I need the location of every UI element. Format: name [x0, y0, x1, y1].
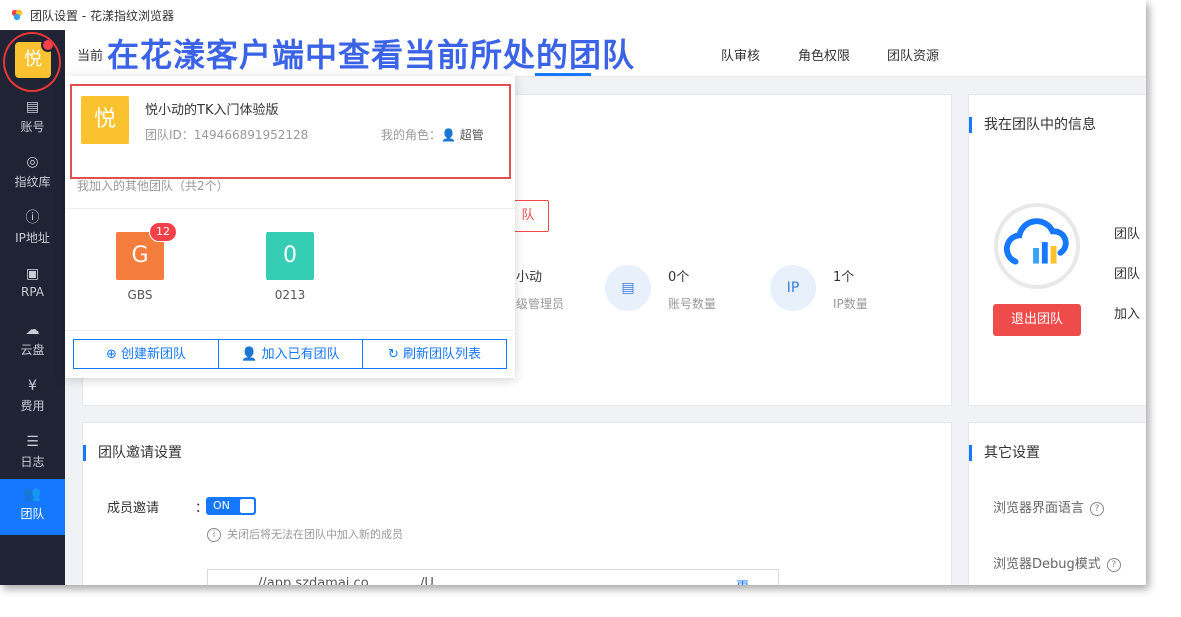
app-window: 团队设置 - 花漾指纹浏览器 悦 ▤ 账号 ◎ 指纹库 ⓘ IP地址 ▣ RPA…: [0, 0, 1146, 585]
sidebar-item-label: 日志: [20, 455, 45, 469]
sidebar-item-label: 团队: [20, 507, 45, 521]
log-icon: ☰: [26, 434, 39, 450]
tab-current-partial[interactable]: 当前: [77, 45, 103, 64]
annotation-circle: [3, 32, 61, 92]
create-team-button[interactable]: ⊕ 创建新团队: [73, 339, 219, 369]
invite-hint-text: 关闭后将无法在团队中加入新的成员: [227, 528, 403, 541]
team-icon: 👥: [23, 486, 42, 502]
sidebar-item-label: IP地址: [15, 231, 50, 245]
other-teams-label: 我加入的其他团队（共2个）: [77, 179, 229, 193]
member-invite-label: 成员邀请: [107, 501, 160, 516]
sidebar-item-label: 账号: [20, 120, 45, 134]
other-team-0213[interactable]: 0 0213: [255, 232, 325, 312]
member-invite-toggle[interactable]: ON: [206, 497, 256, 515]
other-team-gbs[interactable]: G 12 GBS: [105, 222, 177, 312]
info-row-1: 团队: [1114, 227, 1141, 242]
team-0213-name: 0213: [274, 288, 306, 302]
account-card-icon: ▤: [25, 99, 40, 115]
help-icon[interactable]: ?: [1106, 557, 1121, 572]
ip-count: 1个: [833, 270, 855, 285]
fingerprint-icon: ◎: [26, 154, 39, 170]
annotation-highlight-box: [70, 84, 511, 179]
sidebar-item-label: 费用: [20, 399, 45, 413]
ip-icon: IP: [770, 265, 816, 311]
cloud-disk-icon: ☁: [25, 322, 40, 338]
yen-icon: ¥: [28, 378, 37, 394]
user-add-icon: 👤: [241, 347, 262, 362]
browser-language-label: 浏览器界面语言?: [993, 497, 1105, 516]
my-info-card: 我在团队中的信息 团队 团队 加入: [968, 94, 1146, 406]
plus-circle-icon: ⊕: [105, 347, 121, 362]
join-team-label: 加入已有团队: [261, 347, 340, 362]
ip-count-label: IP数量: [833, 297, 868, 311]
team-cloud-avatar: [994, 203, 1080, 289]
divider: [65, 330, 515, 331]
invite-link-text: //app.szdamai.co: [258, 576, 369, 585]
app-logo-icon: [11, 9, 23, 21]
title-bar: 团队设置 - 花漾指纹浏览器: [0, 0, 1146, 30]
sidebar: 悦 ▤ 账号 ◎ 指纹库 ⓘ IP地址 ▣ RPA ☁ 云盘 ¥ 费用 ☰ 日志…: [0, 30, 65, 585]
account-count-label: 账号数量: [668, 297, 717, 311]
join-team-button[interactable]: 👤 加入已有团队: [218, 339, 363, 369]
team-0213-avatar: 0: [266, 232, 314, 280]
sidebar-item-fingerprint[interactable]: ◎ 指纹库: [0, 147, 65, 199]
help-icon[interactable]: ?: [1090, 501, 1105, 516]
info-row-3: 加入: [1114, 307, 1141, 322]
sidebar-item-account[interactable]: ▤ 账号: [0, 92, 65, 144]
sidebar-item-cloud-disk[interactable]: ☁ 云盘: [0, 315, 65, 367]
team-gbs-name: GBS: [127, 288, 153, 302]
invite-link-field[interactable]: //app.szdamai.co /U 更: [207, 569, 779, 585]
tab-team-resources[interactable]: 团队资源: [887, 45, 939, 64]
sidebar-item-team[interactable]: 👥 团队: [0, 479, 65, 535]
invite-hint: i 关闭后将无法在团队中加入新的成员: [207, 526, 403, 542]
sidebar-item-log[interactable]: ☰ 日志: [0, 427, 65, 479]
ip-icon: ⓘ: [25, 210, 40, 226]
robot-icon: ▣: [25, 266, 40, 282]
team-gbs-avatar-char: G: [131, 243, 149, 268]
refresh-icon: ↻: [387, 347, 403, 362]
team-0213-avatar-char: 0: [283, 243, 297, 268]
account-count: 0个: [668, 270, 690, 285]
owner-name: 小动: [516, 270, 543, 285]
sidebar-item-label: 云盘: [20, 343, 45, 357]
browser-debug-text: 浏览器Debug模式: [993, 557, 1101, 572]
divider: [65, 208, 515, 209]
tab-role-permissions[interactable]: 角色权限: [798, 45, 850, 64]
other-settings-card: 其它设置 浏览器界面语言? 浏览器Debug模式?: [968, 422, 1146, 585]
other-settings-title: 其它设置: [969, 445, 1040, 461]
refresh-team-list-label: 刷新团队列表: [403, 347, 482, 362]
invite-link-text-2: /U: [420, 576, 434, 585]
browser-debug-label: 浏览器Debug模式?: [993, 553, 1121, 572]
invite-settings-title: 团队邀请设置: [83, 445, 182, 461]
annotation-caption: 在花漾客户端中查看当前所处的团队: [107, 36, 636, 74]
toggle-text: ON: [213, 499, 230, 512]
id-card-icon: ▤: [605, 265, 651, 311]
sidebar-item-fees[interactable]: ¥ 费用: [0, 371, 65, 423]
sidebar-item-label: 指纹库: [14, 175, 51, 189]
owner-role: 级管理员: [516, 297, 565, 311]
tab-team-review[interactable]: 队审核: [721, 45, 760, 64]
window-title: 团队设置 - 花漾指纹浏览器: [30, 9, 174, 23]
sidebar-item-rpa[interactable]: ▣ RPA: [0, 259, 65, 311]
sidebar-item-label: RPA: [20, 285, 44, 299]
sidebar-item-ip[interactable]: ⓘ IP地址: [0, 203, 65, 255]
unread-badge: 12: [149, 222, 177, 242]
info-icon: i: [207, 528, 221, 542]
my-info-title: 我在团队中的信息: [969, 117, 1096, 133]
leave-team-button[interactable]: 退出团队: [993, 304, 1081, 336]
toggle-knob: [240, 499, 254, 513]
create-team-label: 创建新团队: [121, 347, 187, 362]
refresh-team-list-button[interactable]: ↻ 刷新团队列表: [362, 339, 507, 369]
browser-language-text: 浏览器界面语言: [993, 501, 1085, 516]
cloud-chart-icon: [1003, 218, 1069, 265]
invite-link-action[interactable]: 更: [736, 576, 749, 585]
info-row-2: 团队: [1114, 267, 1141, 282]
